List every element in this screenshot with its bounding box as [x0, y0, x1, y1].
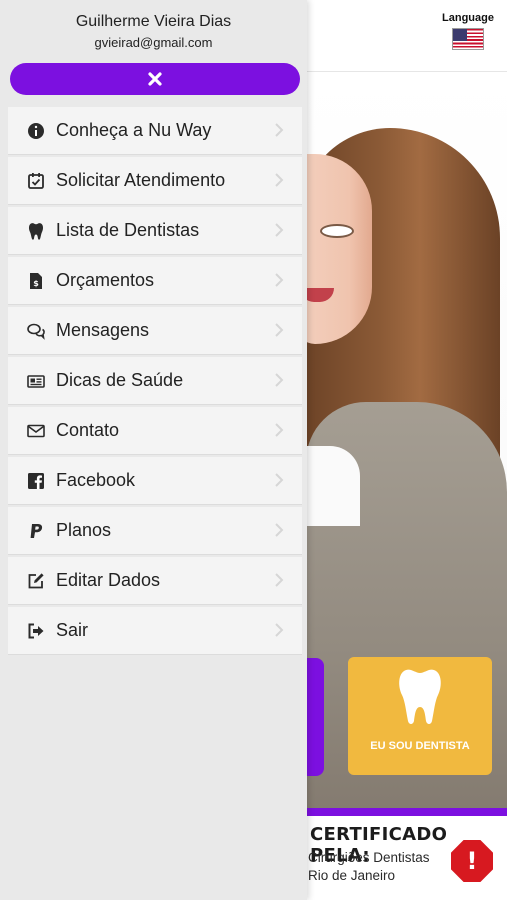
- us-flag-icon[interactable]: [452, 28, 484, 50]
- menu-item-conheca[interactable]: Conheça a Nu Way: [8, 107, 302, 155]
- chevron-right-icon: [275, 473, 284, 487]
- chat-bubbles-icon: [26, 321, 46, 341]
- tooth-icon: [26, 221, 46, 241]
- menu-item-label: Editar Dados: [56, 570, 161, 590]
- close-icon: [148, 72, 162, 86]
- menu-item-contato[interactable]: Contato: [8, 407, 302, 455]
- menu-item-planos[interactable]: Planos: [8, 507, 302, 555]
- invoice-dollar-icon: $: [26, 271, 46, 291]
- chevron-right-icon: [275, 273, 284, 287]
- svg-text:$: $: [33, 279, 39, 288]
- certified-line-1: Cirurgiões Dentistas: [308, 850, 430, 865]
- drawer-menu: Conheça a Nu Way Solicitar Atendimento L…: [8, 107, 302, 657]
- paypal-icon: [26, 521, 46, 541]
- menu-item-solicitar[interactable]: Solicitar Atendimento: [8, 157, 302, 205]
- chevron-right-icon: [275, 523, 284, 537]
- sign-out-icon: [26, 621, 46, 641]
- chevron-right-icon: [275, 323, 284, 337]
- language-label: Language: [442, 12, 494, 24]
- calendar-check-icon: [26, 171, 46, 191]
- chevron-right-icon: [275, 573, 284, 587]
- chevron-right-icon: [275, 223, 284, 237]
- newspaper-icon: [26, 371, 46, 391]
- menu-item-label: Orçamentos: [56, 270, 155, 290]
- side-drawer: Guilherme Vieira Dias gvieirad@gmail.com…: [0, 0, 307, 900]
- dentist-button[interactable]: EU SOU DENTISTA: [348, 657, 492, 775]
- menu-item-dentistas[interactable]: Lista de Dentistas: [8, 207, 302, 255]
- menu-item-mensagens[interactable]: Mensagens: [8, 307, 302, 355]
- menu-item-label: Contato: [56, 420, 120, 440]
- chevron-right-icon: [275, 123, 284, 137]
- language-selector[interactable]: Language: [440, 12, 496, 50]
- chevron-right-icon: [275, 423, 284, 437]
- user-email: gvieirad@gmail.com: [94, 35, 213, 50]
- tooth-icon: [399, 669, 441, 724]
- menu-item-label: Planos: [56, 520, 112, 540]
- menu-item-label: Lista de Dentistas: [56, 220, 200, 240]
- close-drawer-button[interactable]: [10, 63, 300, 95]
- menu-item-sair[interactable]: Sair: [8, 607, 302, 655]
- edit-icon: [26, 571, 46, 591]
- user-name: Guilherme Vieira Dias: [75, 13, 232, 30]
- menu-item-orcamentos[interactable]: $ Orçamentos: [8, 257, 302, 305]
- menu-item-label: Facebook: [56, 470, 136, 490]
- dentist-button-label: EU SOU DENTISTA: [370, 740, 470, 752]
- menu-item-label: Conheça a Nu Way: [56, 120, 212, 140]
- chevron-right-icon: [275, 173, 284, 187]
- menu-item-label: Dicas de Saúde: [56, 370, 184, 390]
- facebook-icon: [26, 471, 46, 491]
- chevron-right-icon: [275, 373, 284, 387]
- menu-item-label: Sair: [56, 620, 89, 640]
- menu-item-facebook[interactable]: Facebook: [8, 457, 302, 505]
- envelope-icon: [26, 421, 46, 441]
- certified-line-2: Rio de Janeiro: [308, 868, 396, 883]
- menu-item-dicas[interactable]: Dicas de Saúde: [8, 357, 302, 405]
- menu-item-label: Mensagens: [56, 320, 150, 340]
- info-icon: [26, 121, 46, 141]
- chevron-right-icon: [275, 623, 284, 637]
- menu-item-label: Solicitar Atendimento: [56, 170, 226, 190]
- menu-item-editar[interactable]: Editar Dados: [8, 557, 302, 605]
